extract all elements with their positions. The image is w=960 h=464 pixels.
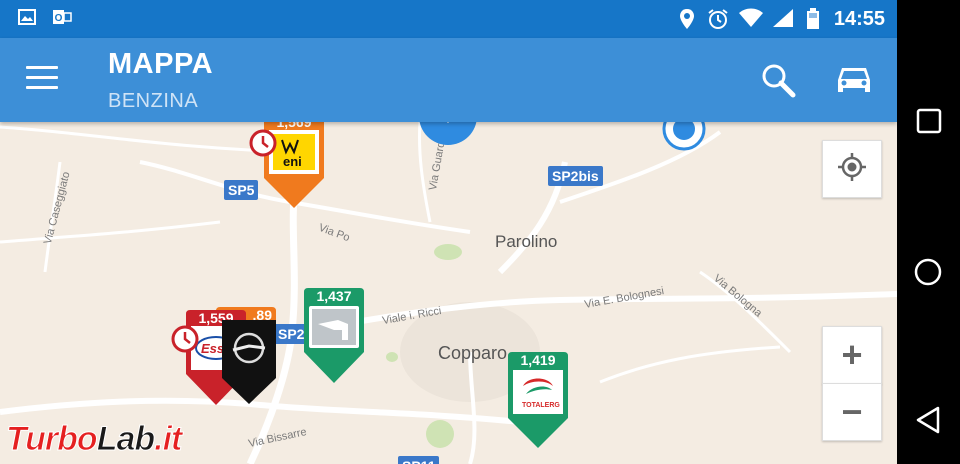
road-shield-sp11: SP11 bbox=[398, 456, 440, 464]
hamburger-menu-icon[interactable] bbox=[26, 66, 58, 92]
station-price: 1,437 bbox=[316, 288, 352, 304]
app-screen: O 14:55 MAPPA BENZINA Parolino Copparo V… bbox=[0, 0, 897, 464]
alarm-icon bbox=[707, 8, 729, 35]
search-icon[interactable] bbox=[760, 62, 796, 103]
status-clock: 14:55 bbox=[833, 8, 885, 30]
car-icon[interactable] bbox=[835, 62, 873, 101]
place-copparo: Copparo bbox=[438, 343, 508, 363]
svg-text:O: O bbox=[55, 13, 63, 24]
circle-home-icon[interactable] bbox=[913, 257, 943, 292]
gallery-icon bbox=[18, 8, 36, 31]
station-pin-opel[interactable] bbox=[222, 320, 276, 404]
map-roads bbox=[0, 122, 897, 464]
station-price: 1,419 bbox=[520, 352, 556, 368]
clock-icon bbox=[170, 324, 200, 359]
road-shield-sp2bis: SP2bis bbox=[548, 166, 603, 186]
app-bar: MAPPA BENZINA bbox=[0, 38, 897, 122]
outlook-icon: O bbox=[52, 8, 72, 31]
zoom-out-button[interactable]: − bbox=[822, 383, 882, 441]
status-bar: O 14:55 bbox=[0, 0, 897, 38]
station-pin-green[interactable]: 1,437 bbox=[304, 288, 364, 383]
location-icon bbox=[678, 8, 696, 35]
map-view[interactable]: Parolino Copparo Via Caseggiato Via Guar… bbox=[0, 87, 897, 464]
station-pin-totalerg[interactable]: 1,419 TOTALERG bbox=[508, 352, 568, 448]
watermark: TurboLab.it bbox=[6, 420, 183, 459]
clock-icon bbox=[248, 128, 278, 163]
my-location-button[interactable] bbox=[822, 140, 882, 198]
zoom-in-button[interactable]: + bbox=[822, 326, 882, 384]
triangle-back-icon[interactable] bbox=[914, 405, 942, 440]
battery-icon bbox=[806, 8, 820, 35]
page-subtitle: BENZINA bbox=[108, 90, 199, 112]
signal-icon bbox=[772, 8, 794, 33]
system-nav-bar bbox=[897, 0, 960, 464]
station-brand-totalerg: TOTALERG bbox=[522, 402, 560, 409]
my-location-icon bbox=[837, 152, 867, 187]
wifi-icon bbox=[738, 8, 764, 33]
square-recents-icon[interactable] bbox=[916, 108, 942, 139]
road-shield-sp5: SP5 bbox=[224, 180, 259, 200]
station-brand-eni: eni bbox=[283, 154, 302, 169]
page-title: MAPPA bbox=[108, 48, 214, 80]
place-parolino: Parolino bbox=[495, 232, 558, 251]
